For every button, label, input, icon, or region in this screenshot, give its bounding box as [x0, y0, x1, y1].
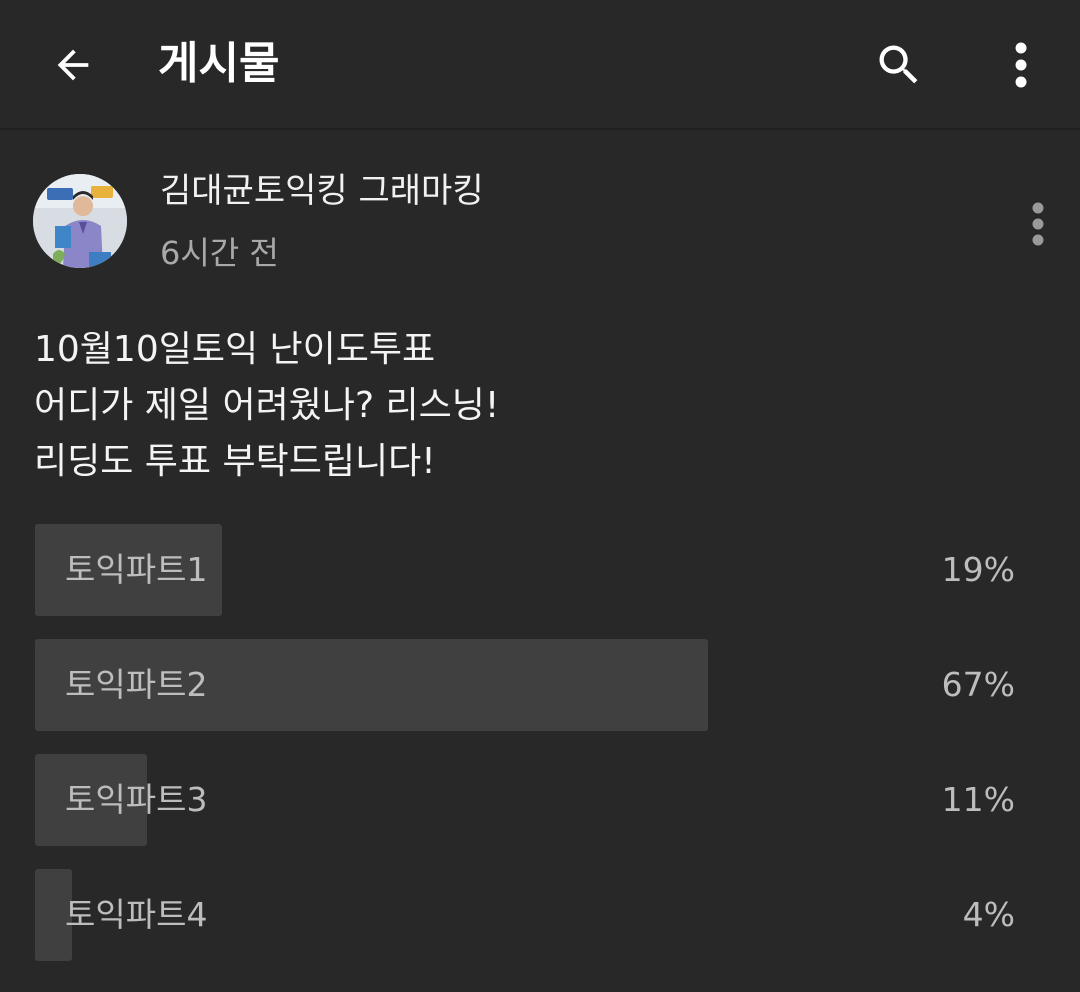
- post-text-line: 10월10일토익 난이도투표: [34, 329, 436, 370]
- post-screen: 게시물 김대균토익킹 그래마킹 6시간 전 10월10일토익 난이도투표 어디가…: [0, 0, 1080, 992]
- post-timestamp: 6시간 전: [160, 234, 279, 272]
- poll-option[interactable]: 토익파트4 4%: [35, 869, 1035, 961]
- poll-option-label: 토익파트1: [65, 550, 208, 589]
- avatar[interactable]: [33, 174, 127, 268]
- poll-option-percent: 67%: [941, 665, 1015, 704]
- back-button[interactable]: [40, 32, 106, 98]
- page-title: 게시물: [158, 38, 280, 89]
- top-app-bar: 게시물: [0, 0, 1080, 130]
- avatar-image: [33, 174, 127, 268]
- post-text: 10월10일토익 난이도투표 어디가 제일 어려웠나? 리스닝! 리딩도 투표 …: [34, 322, 1034, 490]
- post-header: 김대균토익킹 그래마킹 6시간 전: [0, 160, 1080, 280]
- post-text-line: 리딩도 투표 부탁드립니다!: [34, 441, 436, 482]
- post-options-button[interactable]: [1012, 194, 1064, 254]
- search-icon: [879, 45, 918, 84]
- more-vertical-icon: [1032, 202, 1044, 246]
- poll-option[interactable]: 토익파트3 11%: [35, 754, 1035, 846]
- search-button[interactable]: [866, 32, 932, 98]
- poll-option[interactable]: 토익파트2 67%: [35, 639, 1035, 731]
- poll-option-label: 토익파트4: [65, 895, 208, 934]
- poll-option-percent: 11%: [941, 780, 1015, 819]
- poll-option-label: 토익파트3: [65, 780, 208, 819]
- author-name[interactable]: 김대균토익킹 그래마킹: [160, 168, 484, 214]
- poll-option-label: 토익파트2: [65, 665, 208, 704]
- poll-option-percent: 4%: [962, 895, 1015, 934]
- arrow-left-icon: [57, 49, 89, 81]
- poll-option[interactable]: 토익파트1 19%: [35, 524, 1035, 616]
- more-vertical-icon: [1015, 42, 1027, 88]
- poll-option-percent: 19%: [941, 550, 1015, 589]
- post-text-line: 어디가 제일 어려웠나? 리스닝!: [34, 385, 500, 426]
- more-options-button[interactable]: [988, 32, 1054, 98]
